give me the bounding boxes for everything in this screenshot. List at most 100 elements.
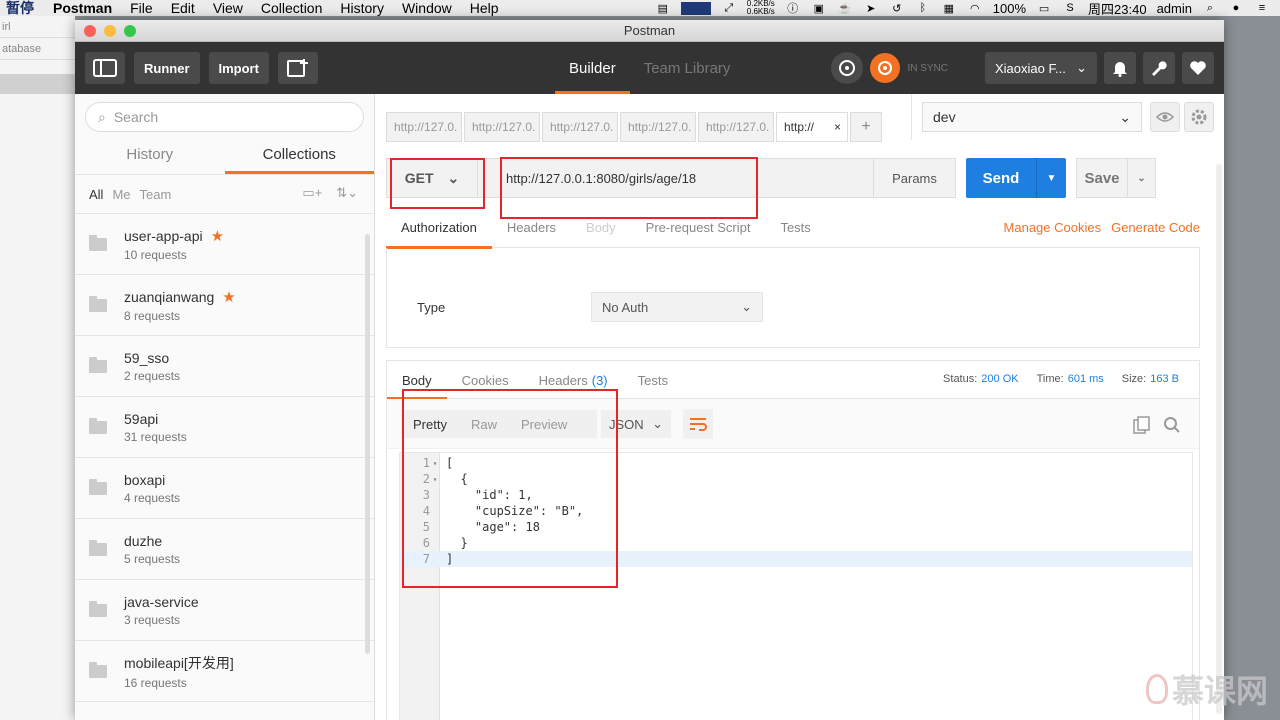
- collection-filter-row: All Me Team ▭+ ⇅⌄: [75, 174, 374, 214]
- menu-view[interactable]: View: [204, 0, 252, 16]
- star-icon[interactable]: ★: [222, 289, 235, 306]
- collection-item[interactable]: user-app-api ★ 10 requests: [75, 214, 374, 275]
- interceptor-satellite-icon[interactable]: [831, 52, 864, 84]
- collection-item[interactable]: 59api 31 requests: [75, 397, 374, 458]
- close-window-button[interactable]: [84, 25, 96, 37]
- collection-item[interactable]: duzhe 5 requests: [75, 519, 374, 580]
- environment-select[interactable]: dev ⌄: [922, 102, 1142, 132]
- params-button[interactable]: Params: [874, 158, 956, 198]
- display-icon[interactable]: ▣: [811, 2, 827, 15]
- tab-history[interactable]: History: [75, 134, 225, 174]
- manage-cookies-link[interactable]: Manage Cookies: [1004, 220, 1102, 235]
- sidebar-search-input[interactable]: ⌕ Search: [85, 102, 364, 132]
- tab-team-library[interactable]: Team Library: [630, 42, 745, 94]
- collection-name: zuanqianwang: [124, 288, 215, 305]
- time-label: Time:: [1036, 373, 1064, 385]
- window-titlebar[interactable]: Postman: [75, 20, 1224, 42]
- request-tab[interactable]: http://127.0.: [542, 112, 618, 142]
- settings-wrench-icon[interactable]: [1143, 52, 1175, 84]
- import-button[interactable]: Import: [208, 52, 269, 84]
- add-tab-button[interactable]: +: [850, 112, 882, 142]
- new-collection-folder-icon[interactable]: ▭+: [302, 185, 322, 201]
- collection-name: boxapi: [124, 471, 166, 488]
- folder-icon: [89, 539, 107, 556]
- send-icon[interactable]: ➤: [863, 2, 879, 15]
- time-machine-icon[interactable]: ↺: [889, 2, 905, 15]
- siri-icon[interactable]: ●: [1228, 2, 1244, 14]
- menu-help[interactable]: Help: [461, 0, 508, 16]
- notification-center-icon[interactable]: ≡: [1254, 2, 1270, 14]
- resize-icon[interactable]: ⤢: [721, 2, 737, 14]
- request-tab[interactable]: http://127.0.: [464, 112, 540, 142]
- notifications-bell-icon[interactable]: [1104, 52, 1136, 84]
- star-icon[interactable]: ★: [211, 228, 224, 245]
- request-tab-active[interactable]: http:// ×: [776, 112, 848, 142]
- search-response-icon[interactable]: [1161, 414, 1183, 436]
- menu-file[interactable]: File: [121, 0, 162, 16]
- heart-icon[interactable]: [1182, 52, 1214, 84]
- collection-item[interactable]: boxapi 4 requests: [75, 458, 374, 519]
- send-dropdown-caret-icon[interactable]: ▼: [1036, 158, 1066, 198]
- keyboard-icon[interactable]: ▦: [941, 2, 957, 15]
- request-tab[interactable]: http://127.0.: [386, 112, 462, 142]
- response-tab-tests[interactable]: Tests: [623, 361, 683, 399]
- collection-name: mobileapi[开发用]: [124, 654, 234, 671]
- wifi-icon[interactable]: ◠: [967, 2, 983, 15]
- collection-item[interactable]: mobileapi[开发用] 16 requests: [75, 641, 374, 702]
- menubar-clock[interactable]: 周四23:40: [1088, 0, 1147, 18]
- status-info: Status: 200 OK: [943, 373, 1019, 385]
- menu-edit[interactable]: Edit: [162, 0, 204, 16]
- user-menu-button[interactable]: Xiaoxiao F... ⌄: [985, 52, 1097, 84]
- clipboard-icon[interactable]: ▤: [655, 2, 671, 15]
- battery-percent[interactable]: 100%: [993, 1, 1026, 16]
- macos-menubar: 暂停 Postman File Edit View Collection His…: [0, 0, 1280, 18]
- wrap-lines-icon[interactable]: [683, 409, 713, 439]
- apple-menu-icon[interactable]: 暂停: [0, 0, 44, 16]
- tab-builder[interactable]: Builder: [555, 42, 630, 94]
- minimize-window-button[interactable]: [104, 25, 116, 37]
- collection-item[interactable]: zuanqianwang ★ 8 requests: [75, 275, 374, 336]
- spotlight-search-icon[interactable]: ⌕: [1202, 2, 1218, 14]
- menu-history[interactable]: History: [331, 0, 393, 16]
- menu-window[interactable]: Window: [393, 0, 461, 16]
- collection-item[interactable]: 59_sso 2 requests: [75, 336, 374, 397]
- gear-icon[interactable]: [1184, 102, 1214, 132]
- tab-tests[interactable]: Tests: [765, 206, 825, 248]
- new-window-button[interactable]: [277, 52, 318, 84]
- search-placeholder: Search: [113, 109, 159, 125]
- menubar-user[interactable]: admin: [1157, 1, 1192, 16]
- bluetooth-icon[interactable]: ᛒ: [915, 2, 931, 14]
- info-icon[interactable]: ⓘ: [785, 2, 801, 15]
- sidebar-scrollbar[interactable]: [365, 234, 370, 654]
- sync-status-icon[interactable]: [870, 53, 901, 83]
- teapot-icon[interactable]: ☕: [837, 2, 853, 15]
- eye-icon[interactable]: [1150, 102, 1180, 132]
- filter-me[interactable]: Me: [112, 187, 130, 202]
- save-dropdown-caret-icon[interactable]: ⌄: [1127, 159, 1155, 197]
- filter-all[interactable]: All: [89, 187, 103, 202]
- save-label: Save: [1084, 169, 1120, 187]
- menu-collection[interactable]: Collection: [252, 0, 331, 16]
- collection-item[interactable]: java-service 3 requests: [75, 580, 374, 641]
- runner-button[interactable]: Runner: [134, 52, 200, 84]
- tab-collections[interactable]: Collections: [224, 134, 375, 174]
- request-tab[interactable]: http://127.0.: [698, 112, 774, 142]
- auth-type-select[interactable]: No Auth ⌄: [591, 292, 763, 322]
- window-title: Postman: [623, 23, 676, 38]
- toggle-sidebar-button[interactable]: [85, 52, 125, 84]
- network-graph-icon[interactable]: [680, 1, 711, 15]
- copy-icon[interactable]: [1131, 414, 1153, 436]
- save-button[interactable]: Save ⌄: [1076, 158, 1156, 198]
- menu-app-postman[interactable]: Postman: [44, 0, 121, 16]
- zoom-window-button[interactable]: [124, 25, 136, 37]
- main-scrollbar[interactable]: [1216, 164, 1222, 714]
- generate-code-link[interactable]: Generate Code: [1111, 220, 1200, 235]
- send-button[interactable]: Send ▼: [966, 158, 1066, 198]
- tab-authorization[interactable]: Authorization: [386, 206, 492, 249]
- sort-icon[interactable]: ⇅⌄: [336, 185, 358, 201]
- request-tab[interactable]: http://127.0.: [620, 112, 696, 142]
- filter-team[interactable]: Team: [140, 187, 172, 202]
- close-tab-icon[interactable]: ×: [834, 120, 841, 134]
- s-app-icon[interactable]: S: [1062, 2, 1078, 14]
- background-row: atabase: [0, 38, 75, 60]
